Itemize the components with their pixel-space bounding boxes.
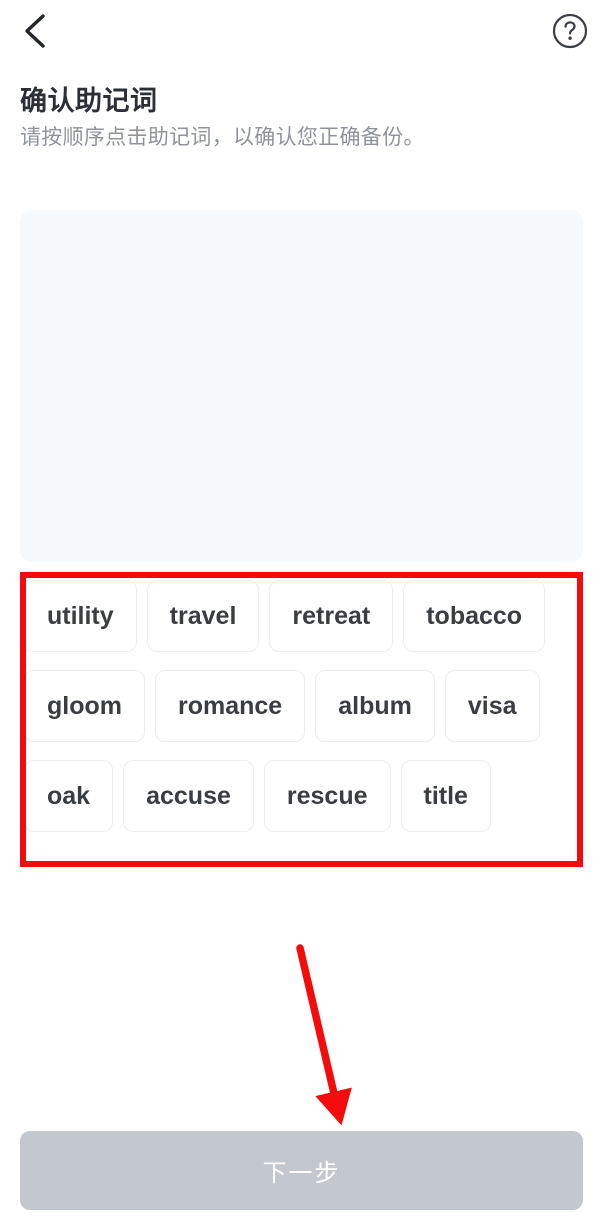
- word-chip[interactable]: travel: [146, 580, 260, 652]
- word-chip[interactable]: gloom: [24, 670, 145, 742]
- word-chip[interactable]: retreat: [269, 580, 394, 652]
- word-chip[interactable]: rescue: [263, 760, 391, 832]
- top-navigation-bar: [0, 0, 610, 62]
- word-chip[interactable]: album: [315, 670, 435, 742]
- next-step-button[interactable]: 下一步: [20, 1131, 583, 1210]
- word-chip[interactable]: accuse: [123, 760, 254, 832]
- word-chip[interactable]: title: [400, 760, 491, 832]
- help-button[interactable]: [550, 11, 590, 51]
- word-chip[interactable]: romance: [155, 670, 306, 742]
- word-bank-container: utility travel retreat tobacco gloom romance a…: [24, 580, 579, 850]
- app-screen: 确认助记词 请按顺序点击助记词，以确认您正确备份。 utility travel r…: [0, 0, 610, 1224]
- word-chip[interactable]: utility: [24, 580, 137, 652]
- selected-words-panel[interactable]: [20, 210, 583, 562]
- word-chip[interactable]: oak: [24, 760, 114, 832]
- question-mark-circle-icon: [551, 12, 589, 50]
- page-subtitle: 请按顺序点击助记词，以确认您正确备份。: [20, 126, 425, 149]
- word-chip[interactable]: visa: [444, 670, 540, 742]
- word-chip[interactable]: tobacco: [403, 580, 546, 652]
- annotation-arrow-to-next-button: [260, 930, 400, 1130]
- page-title: 确认助记词: [20, 86, 158, 116]
- back-button[interactable]: [20, 11, 60, 51]
- header-block: 确认助记词 请按顺序点击助记词，以确认您正确备份。: [20, 84, 580, 152]
- chevron-left-icon: [20, 11, 48, 51]
